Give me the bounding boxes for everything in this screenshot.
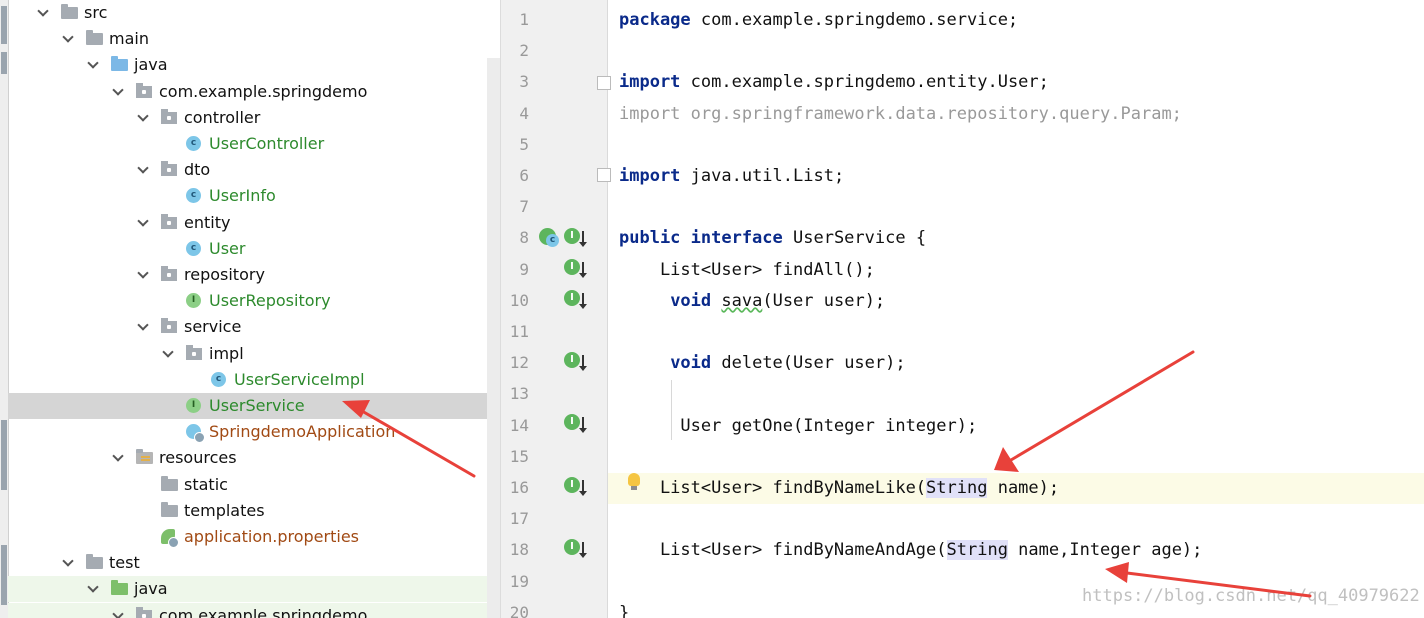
red-arrow-icon xyxy=(342,400,476,478)
red-arrow-icon xyxy=(994,350,1195,472)
annotation-overlay xyxy=(342,350,1312,598)
red-arrow-icon xyxy=(1105,562,1312,598)
